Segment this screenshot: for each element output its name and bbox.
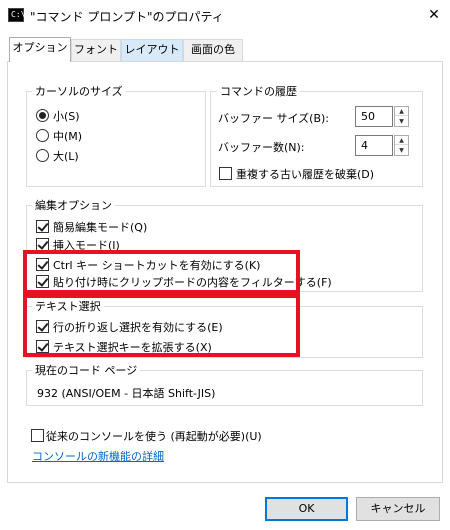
tab-font[interactable]: フォント (71, 39, 121, 61)
window-title: "コマンド プロンプト"のプロパティ (30, 10, 224, 24)
ok-button[interactable]: OK (265, 497, 348, 521)
buffer-size-input[interactable]: 50 (355, 106, 393, 127)
edit-options-title: 編集オプション (32, 197, 115, 213)
buffer-size-label: バッファー サイズ(B): (218, 112, 330, 125)
command-history-title: コマンドの履歴 (217, 83, 300, 99)
buffer-size-spinner[interactable]: ▲ ▼ (394, 106, 409, 127)
cursor-size-title: カーソルのサイズ (32, 83, 126, 99)
tab-colors[interactable]: 画面の色 (183, 39, 243, 61)
buffer-count-spinner[interactable]: ▲ ▼ (394, 135, 409, 156)
legacy-console-label: 従来のコンソールを使う (再起動が必要)(U) (46, 430, 262, 443)
title-bar: C:\ "コマンド プロンプト"のプロパティ ✕ (0, 0, 450, 30)
discard-duplicates-checkbox[interactable] (219, 167, 232, 180)
codepage-value: 932 (ANSI/OEM - 日本語 Shift-JIS) (37, 387, 216, 400)
spin-down-icon[interactable]: ▼ (395, 146, 408, 155)
discard-duplicates-label: 重複する古い履歴を破棄(D) (236, 168, 375, 181)
new-features-link[interactable]: コンソールの新機能の詳細 (32, 448, 164, 464)
buffer-count-label: バッファー数(N): (218, 141, 305, 154)
spin-down-icon[interactable]: ▼ (395, 117, 408, 126)
legacy-console-checkbox[interactable] (31, 429, 44, 442)
highlight-box-edit (23, 250, 300, 294)
buffer-count-input[interactable]: 4 (355, 135, 393, 156)
cursor-small-radio[interactable] (36, 109, 49, 122)
tab-options[interactable]: オプション (9, 37, 71, 62)
close-button[interactable]: ✕ (420, 2, 448, 28)
cursor-large-radio[interactable] (36, 149, 49, 162)
highlight-box-selection (23, 294, 300, 357)
spin-up-icon[interactable]: ▲ (395, 107, 408, 116)
tab-layout[interactable]: レイアウト (121, 39, 183, 61)
cursor-small-label: 小(S) (53, 110, 80, 123)
command-prompt-icon: C:\ (8, 8, 25, 22)
quick-edit-checkbox[interactable] (36, 220, 49, 233)
quick-edit-label: 簡易編集モード(Q) (53, 221, 148, 234)
cancel-button[interactable]: キャンセル (356, 497, 440, 521)
cursor-medium-radio[interactable] (36, 129, 49, 142)
cursor-large-label: 大(L) (53, 150, 79, 163)
cursor-medium-label: 中(M) (53, 130, 83, 143)
codepage-title: 現在のコード ページ (32, 362, 141, 378)
spin-up-icon[interactable]: ▲ (395, 136, 408, 145)
